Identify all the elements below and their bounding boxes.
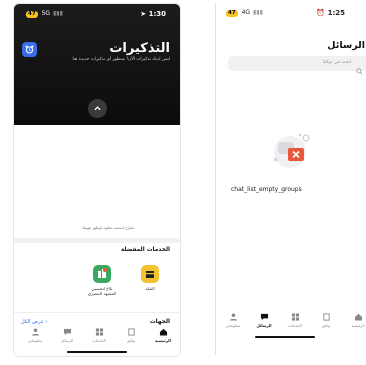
bottom-tab-bar: الرئيسية وثائق الخدمات الرسائل معلوماتي: [14, 328, 180, 348]
alarm-icon[interactable]: [22, 42, 37, 57]
kaaba-icon: [141, 265, 159, 283]
battery-badge: 47: [226, 10, 238, 17]
messages-screen: 47 4G ▮▮▮ ⏰ 1:25 الرسائل ابحث في توكلنا …: [215, 3, 366, 355]
page-title: الرسائل: [327, 40, 365, 51]
search-icon: [356, 60, 363, 79]
page-title: التذكيرات: [109, 41, 170, 56]
grid-icon: [95, 328, 104, 336]
tab-messages[interactable]: الرسائل: [249, 313, 279, 328]
tab-label: معلوماتي: [27, 338, 43, 343]
chevron-up-icon: [94, 106, 101, 111]
tab-documents[interactable]: وثائق: [311, 313, 341, 328]
network-label: 5G: [41, 10, 51, 17]
tab-label: الرئيسية: [351, 323, 365, 328]
battery-badge: 47: [26, 11, 38, 18]
tab-label: الخدمات: [288, 323, 302, 328]
tab-messages[interactable]: الرسائل: [52, 328, 82, 343]
chat-icon: [63, 328, 72, 336]
view-all-link[interactable]: عرض الكل ‹: [21, 319, 47, 325]
collapse-button[interactable]: [88, 99, 107, 118]
tab-label: الخدمات: [92, 338, 106, 343]
tab-label: الرسائل: [60, 338, 74, 343]
tab-label: الرسائل: [256, 323, 272, 328]
search-input[interactable]: ابحث في توكلنا: [228, 56, 366, 75]
network-label: 4G: [241, 9, 251, 16]
tab-profile[interactable]: معلوماتي: [218, 313, 248, 328]
tab-home[interactable]: الرئيسية: [148, 328, 178, 343]
chat-icon: [260, 313, 269, 321]
bottom-tab-bar: الرئيسية وثائق الخدمات الرسائل معلوماتي: [216, 313, 366, 333]
main-content: تصرّح اسحبة حطوة لوظهر هويتك الخدمات الم…: [14, 125, 180, 356]
tab-services[interactable]: الخدمات: [280, 313, 310, 328]
tab-label: وثائق: [126, 338, 136, 343]
status-time-label: 1:25: [327, 9, 345, 17]
service-urban-report[interactable]: بلاغ لتحسين المشهد الحضري: [80, 265, 124, 296]
building-report-icon: [93, 265, 111, 283]
service-label: بلاغ لتحسين المشهد الحضري: [87, 286, 117, 296]
favorites-title: الخدمات المفضلة: [120, 247, 170, 253]
service-label: القبلة: [145, 286, 155, 291]
page-subtitle: ليس لديك تذكيرات الآن! ستظهر أي تذكيرات …: [72, 57, 170, 62]
status-time-label: 1:30: [148, 10, 166, 18]
home-icon: [159, 328, 168, 336]
grid-icon: [291, 313, 300, 321]
signal-icon: ▮▮▮: [252, 9, 263, 16]
reminders-screen: 47 5G ▮▮▮ ➤ 1:30 التذكيرات ليس لديك تذكي…: [13, 3, 181, 357]
directions-title: الجهات: [149, 319, 170, 325]
status-bar: 47 5G ▮▮▮ ➤ 1:30: [14, 10, 180, 24]
search-placeholder: ابحث في توكلنا: [322, 60, 351, 65]
home-icon: [354, 313, 363, 321]
home-indicator: [254, 336, 315, 338]
swipe-hint: تصرّح اسحبة حطوة لوظهر هويتك: [81, 225, 134, 230]
empty-chat-illustration: [266, 128, 314, 172]
tab-profile[interactable]: معلوماتي: [20, 328, 50, 343]
section-divider: [14, 238, 180, 243]
empty-state-text: chat_list_empty_groups: [231, 186, 302, 193]
documents-icon: [127, 328, 136, 336]
tab-label: معلوماتي: [225, 323, 241, 328]
tab-label: وثائق: [321, 323, 331, 328]
tab-label: الرئيسية: [155, 338, 171, 343]
tab-services[interactable]: الخدمات: [84, 328, 114, 343]
tab-documents[interactable]: وثائق: [116, 328, 146, 343]
tab-home[interactable]: الرئيسية: [343, 313, 366, 328]
person-icon: [229, 313, 238, 321]
status-time: ➤ 1:30: [140, 10, 166, 18]
status-time: ⏰ 1:25: [316, 9, 345, 17]
section-divider: [14, 312, 180, 313]
home-indicator: [67, 351, 127, 353]
person-icon: [31, 328, 40, 336]
signal-icon: ▮▮▮: [52, 10, 63, 17]
status-bar: 47 4G ▮▮▮ ⏰ 1:25: [216, 9, 366, 23]
documents-icon: [322, 313, 331, 321]
service-qibla[interactable]: القبلة: [128, 265, 172, 291]
reminders-header: 47 5G ▮▮▮ ➤ 1:30 التذكيرات ليس لديك تذكي…: [14, 4, 180, 125]
